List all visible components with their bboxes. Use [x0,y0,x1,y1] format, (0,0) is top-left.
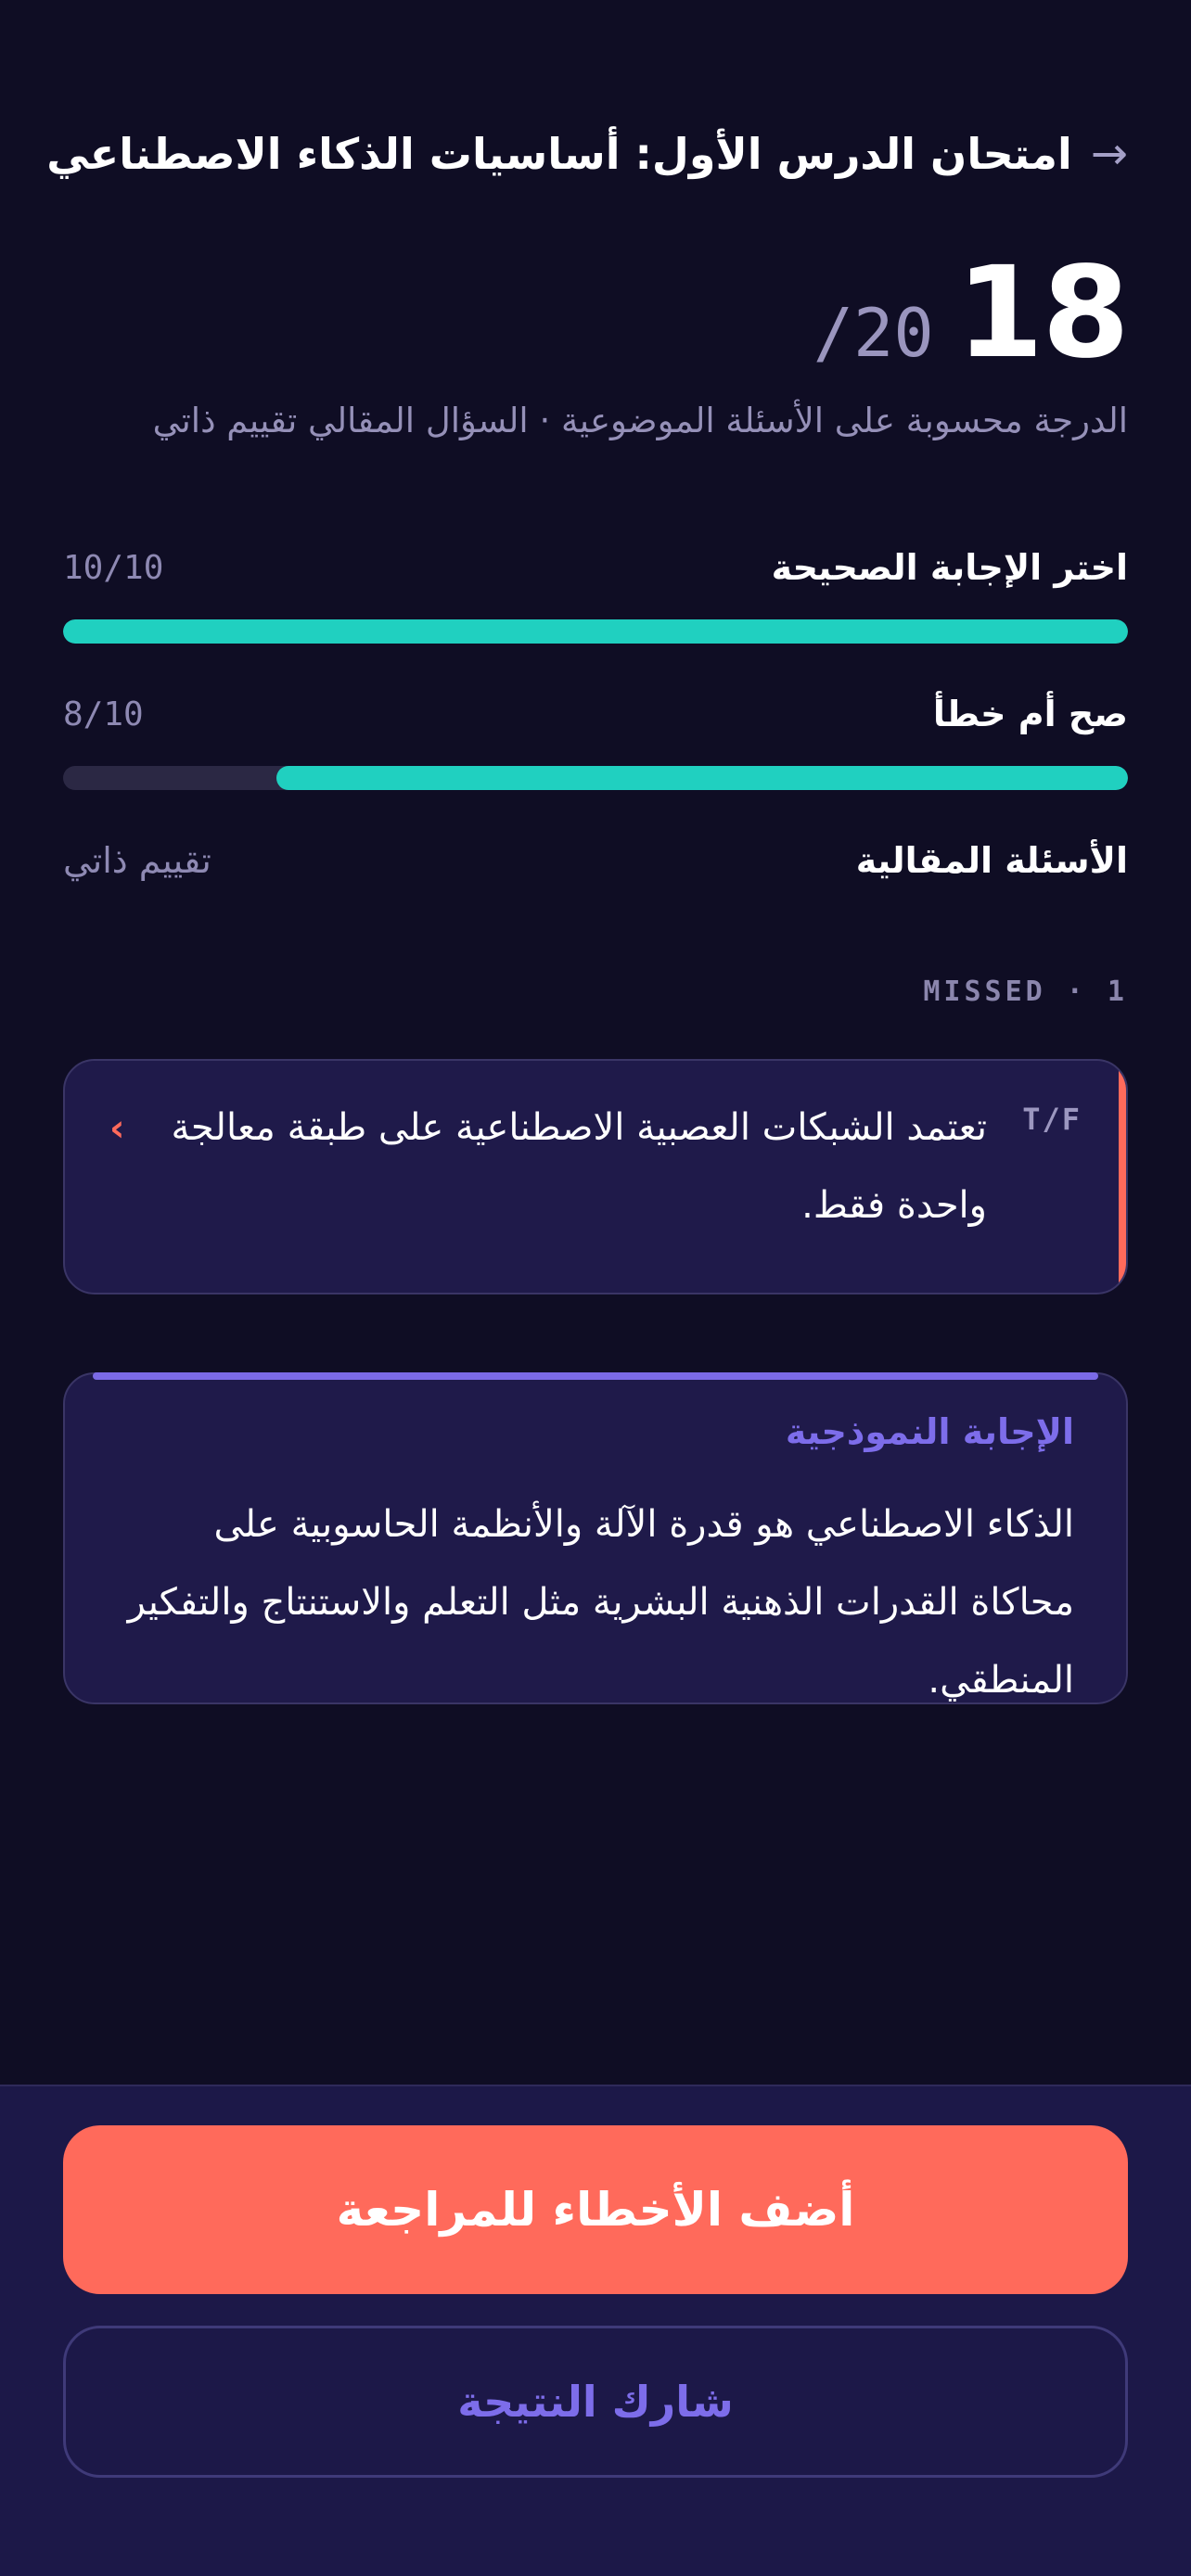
progress-bar-mcq [63,619,1128,644]
header: → امتحان الدرس الأول: أساسيات الذكاء الا… [46,121,1128,187]
score-total: /20 [813,294,934,372]
share-result-button[interactable]: شارك النتيجة [63,2326,1128,2478]
question-type-tag: T/F [1022,1102,1082,1137]
score-display: 18 /20 [813,240,1130,389]
breakdown-value: 8/10 [63,695,144,733]
missed-header: MISSED · 1 [923,976,1128,1008]
model-answer-accent [93,1372,1098,1380]
breakdown-value: 10/10 [63,548,164,587]
model-answer-title: الإجابة النموذجية [785,1411,1074,1452]
score-note: الدرجة محسوبة على الأسئلة الموضوعية · ال… [152,401,1128,440]
progress-fill [275,766,1128,790]
missed-question-text: تعتمد الشبكات العصبية الاصطناعية على طبق… [171,1106,987,1227]
missed-question-card[interactable]: T/F تعتمد الشبكات العصبية الاصطناعية على… [63,1059,1128,1294]
missed-accent [1119,1061,1126,1293]
breakdown-label: الأسئلة المقالية [855,840,1128,881]
breakdown-label: اختر الإجابة الصحيحة [771,547,1128,588]
progress-bar-tf [63,766,1128,790]
breakdown-value: تقييم ذاتي [63,840,211,881]
breakdown-label: صح أم خطأ [932,694,1128,734]
add-mistakes-to-review-button[interactable]: أضف الأخطاء للمراجعة [63,2125,1128,2294]
chevron-left-icon: ‹ [109,1107,125,1150]
model-answer-text: الذكاء الاصطناعي هو قدرة الآلة والأنظمة … [127,1503,1074,1702]
model-answer-card: الإجابة النموذجية الذكاء الاصطناعي هو قد… [63,1372,1128,1704]
breakdown-row-mcq: اختر الإجابة الصحيحة 10/10 [63,542,1128,593]
arrow-right-icon[interactable]: → [1091,121,1128,187]
breakdown-row-essay: الأسئلة المقالية تقييم ذاتي [63,835,1128,886]
page-title: امتحان الدرس الأول: أساسيات الذكاء الاصط… [46,129,1072,179]
progress-fill [63,619,1128,644]
breakdown-row-tf: صح أم خطأ 8/10 [63,688,1128,740]
score-value: 18 [955,240,1130,387]
